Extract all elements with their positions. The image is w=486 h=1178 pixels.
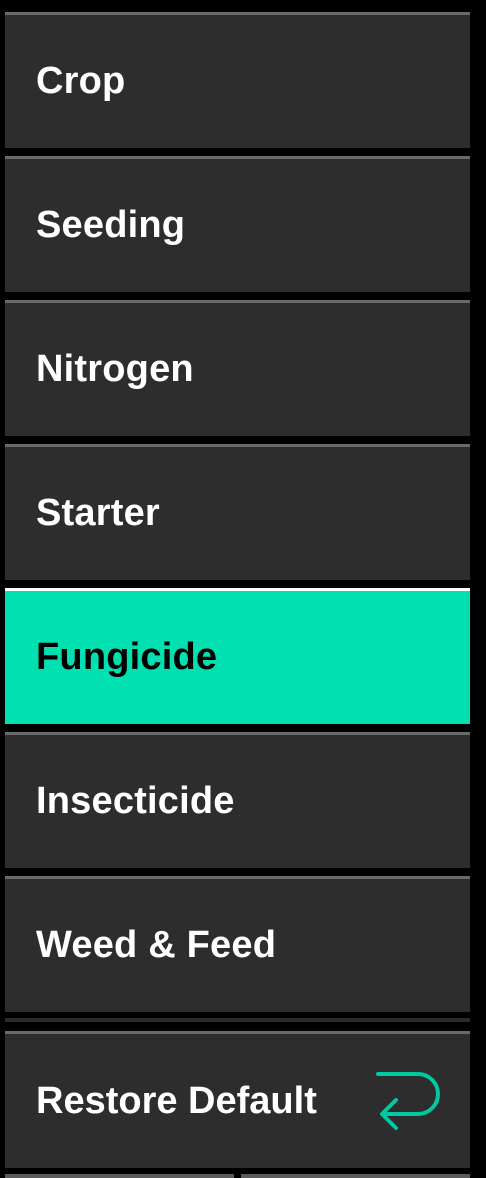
menu-item-starter[interactable]: Starter	[5, 444, 470, 580]
menu-item-crop[interactable]: Crop	[5, 12, 470, 148]
restore-default-label: Restore Default	[36, 1079, 317, 1122]
menu-item-label: Crop	[36, 60, 126, 102]
menu-item-label: Nitrogen	[36, 348, 194, 390]
menu-item-nitrogen[interactable]: Nitrogen	[5, 300, 470, 436]
menu-item-label: Fungicide	[36, 636, 218, 678]
menu-item-label: Weed & Feed	[36, 924, 277, 966]
menu-item-seeding[interactable]: Seeding	[5, 156, 470, 292]
menu-item-label: Insecticide	[36, 780, 235, 822]
bottom-tab-left[interactable]	[5, 1174, 234, 1178]
menu-item-weed-and-feed[interactable]: Weed & Feed	[5, 876, 470, 1012]
menu-item-label: Starter	[36, 492, 160, 534]
restore-default-button[interactable]: Restore Default	[5, 1031, 470, 1168]
return-arrow-icon	[374, 1068, 442, 1134]
menu-item-insecticide[interactable]: Insecticide	[5, 732, 470, 868]
divider	[5, 1018, 470, 1022]
bottom-tab-right[interactable]	[241, 1174, 470, 1178]
menu-item-label: Seeding	[36, 204, 186, 246]
category-menu: Crop Seeding Nitrogen Starter Fungicide …	[5, 12, 470, 1020]
menu-item-fungicide[interactable]: Fungicide	[5, 588, 470, 724]
